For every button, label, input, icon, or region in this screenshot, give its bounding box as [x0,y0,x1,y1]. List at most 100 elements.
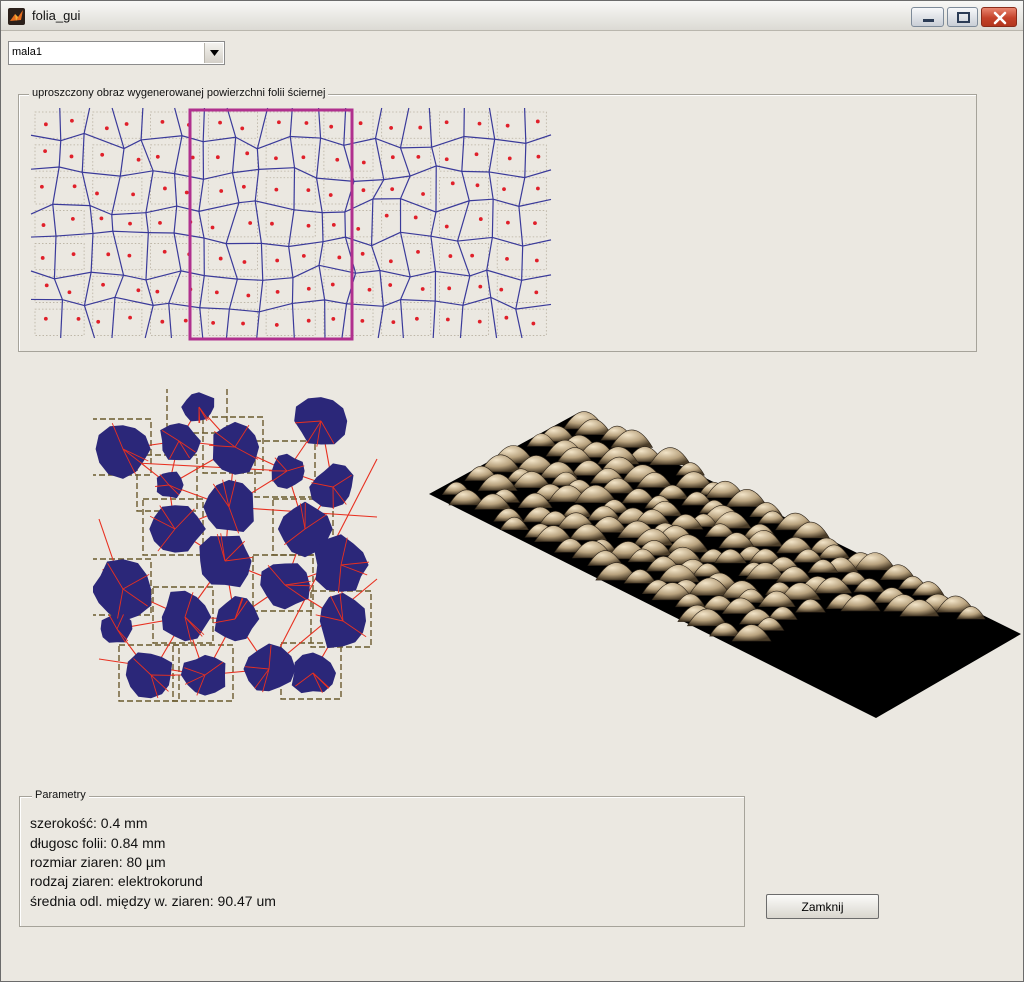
cell-edge [372,179,385,200]
cell-edge [490,297,498,339]
chevron-down-icon [210,50,219,56]
cell-edge [262,277,294,281]
cell-edge [399,147,411,177]
cell-seed [245,151,250,156]
grain-blob [291,652,336,694]
dataset-select[interactable]: mala1 [8,41,225,65]
cell-edge [198,202,240,212]
grain-blob [149,505,206,553]
cell-edge [523,107,527,144]
guide-box [150,308,201,336]
cell-seed [306,188,311,193]
cell-edge [225,309,230,339]
cell-edge [83,107,91,134]
cell-edge [491,199,494,238]
cell-seed [44,283,49,288]
cell-edge [30,203,54,215]
cell-seed [43,122,48,127]
cell-edge [82,171,121,177]
cell-edge [255,200,295,211]
app-window: folia_gui mala1 uproszczony obraz wygene… [0,0,1024,982]
cell-edge [173,206,178,234]
cell-edge [456,200,470,242]
cell-edge [289,136,296,168]
cell-edge [52,204,57,237]
cell-edge [324,299,347,305]
cell-seed [416,154,421,159]
cell-seed [445,317,450,322]
cell-edge [54,271,92,280]
cell-edge [288,246,294,278]
cell-edge [518,177,526,207]
dropdown-arrow-button[interactable] [204,43,223,63]
guide-box [496,111,547,139]
cell-seed [328,193,333,197]
cell-edge [235,136,258,150]
cell-seed [356,226,361,231]
cell-edge [254,169,260,201]
grain-blob [180,654,226,696]
cell-edge [288,241,324,248]
cell-edge [225,243,238,280]
cell-seed [505,256,509,261]
cell-edge [291,303,295,339]
close-window-button[interactable] [981,7,1017,27]
guide-box [323,308,374,336]
cell-edge [112,231,125,276]
cell-edge [431,147,437,167]
cell-edge [492,236,523,247]
cell-seed [128,221,132,226]
cell-seed [162,249,167,254]
cell-seed [95,191,99,196]
cell-edge [486,269,522,281]
cell-seed [136,157,141,162]
cell-seed [70,216,75,221]
cell-seed [531,321,536,326]
guide-box [323,144,374,172]
cell-seed [104,126,109,131]
cell-edge [199,275,205,308]
cell-edge [111,297,116,339]
cell-edge [456,240,471,277]
cell-seed [40,256,45,260]
close-button[interactable]: Zamknij [766,894,879,919]
cell-seed [330,282,335,287]
cell-seed [418,125,423,130]
cell-edge [141,135,183,141]
cell-edge [30,166,60,170]
cell-edge [173,135,183,174]
cell-edge [174,107,183,136]
cell-edge [400,146,432,149]
cell-seed [360,318,365,323]
guide-box [323,210,374,238]
cell-edge [199,307,230,310]
cell-edge [462,296,491,306]
grain-blob [260,563,310,610]
cell-seed [505,123,510,128]
cell-seed [335,157,340,162]
cell-seed [474,152,479,157]
cell-edge [180,270,205,277]
cell-seed [301,254,306,258]
guide-box [381,177,432,205]
guide-box [92,275,143,303]
cell-edge [114,296,154,306]
cell-seed [270,221,274,226]
cell-edge [83,132,125,150]
minimize-button[interactable] [911,7,944,27]
cell-seed [448,254,453,258]
maximize-button[interactable] [947,7,978,27]
cell-seed [390,187,395,192]
cell-seed [240,126,245,131]
cell-edge [231,172,240,203]
cell-seed [444,224,449,229]
parameters-title: Parametry [32,789,89,801]
cell-edge [226,107,237,138]
cell-edge [488,139,496,173]
cell-seed [306,223,311,228]
cell-seed [504,315,509,320]
cell-edge [168,303,173,339]
title-bar[interactable]: folia_gui [1,1,1023,31]
guide-box [265,144,316,172]
cell-seed [331,317,336,321]
